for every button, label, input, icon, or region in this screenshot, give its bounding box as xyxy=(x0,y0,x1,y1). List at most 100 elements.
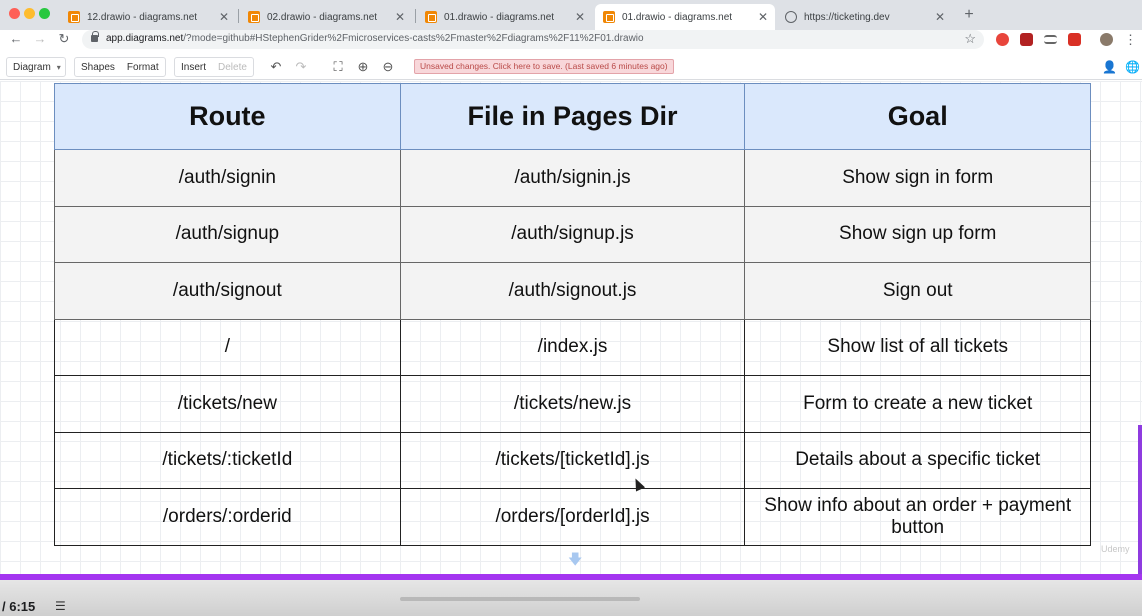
forward-button[interactable]: → xyxy=(32,31,48,47)
insert-button[interactable]: Insert xyxy=(175,62,212,73)
goal-cell[interactable]: Form to create a new ticket xyxy=(744,375,1091,433)
table-row: /tickets/new /tickets/new.js Form to cre… xyxy=(54,375,1091,433)
zoom-out-icon[interactable]: ⊖ xyxy=(380,59,396,75)
tab-close-icon[interactable]: ✕ xyxy=(216,10,232,24)
route-cell[interactable]: /orders/:orderid xyxy=(54,488,401,546)
watermark: Udemy xyxy=(1101,544,1130,554)
undo-icon[interactable]: ↶ xyxy=(268,59,284,75)
route-cell[interactable]: /auth/signout xyxy=(54,262,401,320)
route-cell[interactable]: /tickets/:ticketId xyxy=(54,431,401,489)
panels-group: Shapes Format xyxy=(74,57,166,77)
goal-cell[interactable]: Show list of all tickets xyxy=(744,318,1091,376)
table-row: /orders/:orderid /orders/[orderId].js Sh… xyxy=(54,488,1091,546)
tab-close-icon[interactable]: ✕ xyxy=(932,10,948,24)
route-cell[interactable]: /auth/signup xyxy=(54,205,401,263)
table-row: /auth/signout /auth/signout.js Sign out xyxy=(54,262,1091,320)
fit-screen-icon[interactable]: ⛶ xyxy=(330,59,346,75)
tab-close-icon[interactable]: ✕ xyxy=(572,10,588,24)
browser-tab[interactable]: 02.drawio - diagrams.net ✕ xyxy=(240,4,412,30)
delete-button[interactable]: Delete xyxy=(212,62,253,73)
drawio-icon xyxy=(248,11,260,23)
browser-menu-icon[interactable]: ⋮ xyxy=(1124,33,1137,46)
route-cell[interactable]: / xyxy=(54,318,401,376)
extension-icon[interactable] xyxy=(1068,33,1081,46)
file-cell[interactable]: /auth/signout.js xyxy=(399,262,746,320)
lock-icon xyxy=(91,31,99,42)
goal-cell[interactable]: Show sign in form xyxy=(744,149,1091,207)
tab-close-icon[interactable]: ✕ xyxy=(392,10,408,24)
profile-avatar-icon[interactable] xyxy=(1100,33,1113,46)
route-cell[interactable]: /auth/signin xyxy=(54,149,401,207)
drawio-icon xyxy=(603,11,615,23)
browser-tab-strip: 12.drawio - diagrams.net ✕ 02.drawio - d… xyxy=(0,0,1142,30)
tab-close-icon[interactable]: ✕ xyxy=(755,10,771,24)
url-input[interactable]: app.diagrams.net/?mode=github#HStephenGr… xyxy=(82,30,984,49)
goal-cell[interactable]: Sign out xyxy=(744,262,1091,320)
edit-group: Insert Delete xyxy=(174,57,254,77)
tab-title: 01.drawio - diagrams.net xyxy=(622,11,733,23)
table-header-row: Route File in Pages Dir Goal xyxy=(54,83,1091,150)
routes-table[interactable]: Route File in Pages Dir Goal /auth/signi… xyxy=(54,83,1091,546)
extension-icon[interactable] xyxy=(996,33,1009,46)
side-accent-bar xyxy=(1138,425,1142,574)
format-button[interactable]: Format xyxy=(121,62,165,73)
window-zoom-button[interactable] xyxy=(39,8,50,19)
share-user-icon[interactable]: 👤 xyxy=(1102,60,1117,74)
drawio-toolbar: Diagram ▾ Shapes Format Insert Delete ↶ … xyxy=(0,55,1142,80)
browser-tab[interactable]: https://ticketing.dev ✕ xyxy=(777,4,952,30)
language-globe-icon[interactable]: 🌐 xyxy=(1125,60,1140,74)
goal-cell[interactable]: Show info about an order + payment butto… xyxy=(744,488,1091,546)
new-tab-button[interactable]: + xyxy=(960,6,978,24)
route-cell[interactable]: /tickets/new xyxy=(54,375,401,433)
tab-title: 12.drawio - diagrams.net xyxy=(87,11,198,23)
url-path: /?mode=github#HStephenGrider%2Fmicroserv… xyxy=(183,33,644,44)
browser-tab-active[interactable]: 01.drawio - diagrams.net ✕ xyxy=(595,4,775,30)
drawio-icon xyxy=(68,11,80,23)
goal-cell[interactable]: Show sign up form xyxy=(744,205,1091,263)
zoom-in-icon[interactable]: ⊕ xyxy=(355,59,371,75)
tab-title: 01.drawio - diagrams.net xyxy=(444,11,555,23)
reload-button[interactable]: ↻ xyxy=(56,31,72,47)
file-cell[interactable]: /orders/[orderId].js xyxy=(399,488,746,546)
file-cell[interactable]: /auth/signup.js xyxy=(399,205,746,263)
browser-tab[interactable]: 12.drawio - diagrams.net ✕ xyxy=(60,4,236,30)
horizontal-scrollbar[interactable] xyxy=(400,597,640,601)
diagram-menu-group: Diagram ▾ xyxy=(6,57,66,77)
table-row: /auth/signin /auth/signin.js Show sign i… xyxy=(54,149,1091,207)
globe-icon xyxy=(785,11,797,23)
shapes-button[interactable]: Shapes xyxy=(75,62,121,73)
notes-icon[interactable]: ☰ xyxy=(55,599,71,613)
url-host: app.diagrams.net xyxy=(106,33,184,44)
back-button[interactable]: ← xyxy=(8,31,24,47)
goal-cell[interactable]: Details about a specific ticket xyxy=(744,431,1091,489)
video-time: / 6:15 xyxy=(2,599,36,614)
connection-arrow-icon[interactable]: 🡇 xyxy=(568,549,582,573)
table-row: /auth/signup /auth/signup.js Show sign u… xyxy=(54,205,1091,263)
file-cell[interactable]: /auth/signin.js xyxy=(399,149,746,207)
diagram-menu-button[interactable]: Diagram xyxy=(7,62,57,73)
window-close-button[interactable] xyxy=(9,8,20,19)
drawio-icon xyxy=(425,11,437,23)
tab-separator xyxy=(238,9,239,23)
extension-shield-icon[interactable] xyxy=(1020,33,1033,46)
chevron-down-icon: ▾ xyxy=(56,62,61,72)
unsaved-changes-notice[interactable]: Unsaved changes. Click here to save. (La… xyxy=(414,59,674,74)
file-cell[interactable]: /tickets/[ticketId].js xyxy=(399,431,746,489)
url-text: app.diagrams.net/?mode=github#HStephenGr… xyxy=(106,33,644,44)
bookmark-star-icon[interactable]: ☆ xyxy=(964,31,976,47)
table-row: /tickets/:ticketId /tickets/[ticketId].j… xyxy=(54,431,1091,489)
table-row: / /index.js Show list of all tickets xyxy=(54,318,1091,376)
browser-tab[interactable]: 01.drawio - diagrams.net ✕ xyxy=(417,4,592,30)
file-cell[interactable]: /tickets/new.js xyxy=(399,375,746,433)
reading-list-icon[interactable] xyxy=(1044,35,1057,44)
file-cell[interactable]: /index.js xyxy=(399,318,746,376)
redo-icon[interactable]: ↷ xyxy=(293,59,309,75)
tab-title: 02.drawio - diagrams.net xyxy=(267,11,378,23)
video-player-controls: / 6:15 ☰ xyxy=(0,580,1142,616)
header-file[interactable]: File in Pages Dir xyxy=(399,83,746,150)
diagram-canvas[interactable]: Route File in Pages Dir Goal /auth/signi… xyxy=(0,81,1142,574)
header-route[interactable]: Route xyxy=(54,83,401,150)
header-goal[interactable]: Goal xyxy=(744,83,1091,150)
address-bar-row: ← → ↻ app.diagrams.net/?mode=github#HSte… xyxy=(0,30,1142,49)
window-minimize-button[interactable] xyxy=(24,8,35,19)
